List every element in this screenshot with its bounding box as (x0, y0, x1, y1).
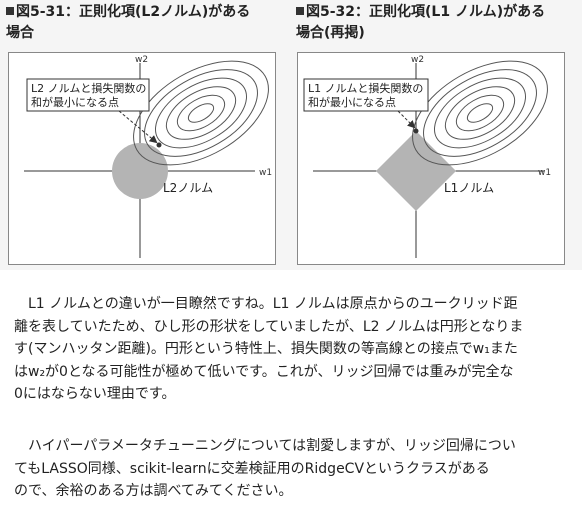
callout-line1: L2 ノルムと損失関数の (31, 81, 146, 95)
axis-label-w2: w2 (411, 55, 424, 65)
page: 図5-31：正則化項(L2ノルム)がある 場合 図5-32：正則化項(L1 ノル… (0, 0, 582, 513)
para1-line5: 0にはならない理由です。 (14, 386, 176, 402)
l2-norm-label: L2ノルム (163, 181, 213, 195)
para2-line1: ハイパーパラメータチューニングについては割愛しますが、リッジ回帰につい (28, 438, 516, 454)
callout-arrow (118, 110, 158, 144)
axis-label-w1: w1 (538, 168, 551, 178)
caption-line1: 図5-32：正則化項(L1 ノルム)がある (306, 4, 546, 20)
l2-diagram: w1 w2 L2 ノルムと損失関数の 和が最小になる点 L2ノルム (24, 55, 272, 258)
body-paragraph-1: L1 ノルムとの違いが一目瞭然ですね。L1 ノルムは原点からのユークリッド距 離… (14, 293, 570, 406)
l2-norm-circle (112, 143, 168, 199)
figure-panel-l2: w1 w2 L2 ノルムと損失関数の 和が最小になる点 L2ノルム (8, 52, 276, 265)
callout-line1: L1 ノルムと損失関数の (308, 81, 423, 95)
l1-norm-diamond (376, 131, 456, 211)
para1-line2: 離を表していたため、ひし形の形状をしていましたが、L2 ノルムは円形となりま (14, 318, 524, 335)
caption-marker-icon (6, 7, 14, 15)
figure-area: 図5-31：正則化項(L2ノルム)がある 場合 図5-32：正則化項(L1 ノル… (0, 0, 582, 270)
l1-diagram: w1 w2 L1 ノルムと損失関数の 和が最小になる点 L1ノルム (303, 55, 551, 258)
axis-label-w2: w2 (135, 55, 148, 65)
para1-line4: はw₂が0となる可能性が極めて低いです。これが、リッジ回帰では重みが完全な (14, 363, 514, 380)
caption-line2: 場合 (6, 25, 34, 41)
figure-caption-5-31: 図5-31：正則化項(L2ノルム)がある 場合 (6, 2, 286, 44)
l1-norm-label: L1ノルム (444, 181, 494, 195)
optimum-point (156, 142, 162, 148)
body-paragraph-2: ハイパーパラメータチューニングについては割愛しますが、リッジ回帰につい てもLA… (14, 435, 570, 503)
figure-caption-5-32: 図5-32：正則化項(L1 ノルム)がある 場合(再掲) (296, 2, 576, 44)
caption-marker-icon (296, 7, 304, 15)
para2-line2: てもLASSO同様、scikit-learnに交差検証用のRidgeCVというク… (14, 460, 490, 477)
callout-line2: 和が最小になる点 (308, 95, 396, 109)
callout-arrow (397, 110, 416, 129)
caption-line2: 場合(再掲) (296, 25, 365, 41)
para2-line3: ので、余裕のある方は調べてみてください。 (14, 483, 293, 499)
caption-line1: 図5-31：正則化項(L2ノルム)がある (16, 4, 251, 20)
figure-panel-l1: w1 w2 L1 ノルムと損失関数の 和が最小になる点 L1ノルム (297, 52, 565, 265)
callout-line2: 和が最小になる点 (31, 95, 119, 109)
para1-line1: L1 ノルムとの違いが一目瞭然ですね。L1 ノルムは原点からのユークリッド距 (28, 296, 518, 312)
para1-line3: す(マンハッタン距離)。円形という特性上、損失関数の等高線との接点でw₁また (14, 341, 518, 357)
optimum-point (413, 128, 419, 134)
axis-label-w1: w1 (259, 168, 272, 178)
